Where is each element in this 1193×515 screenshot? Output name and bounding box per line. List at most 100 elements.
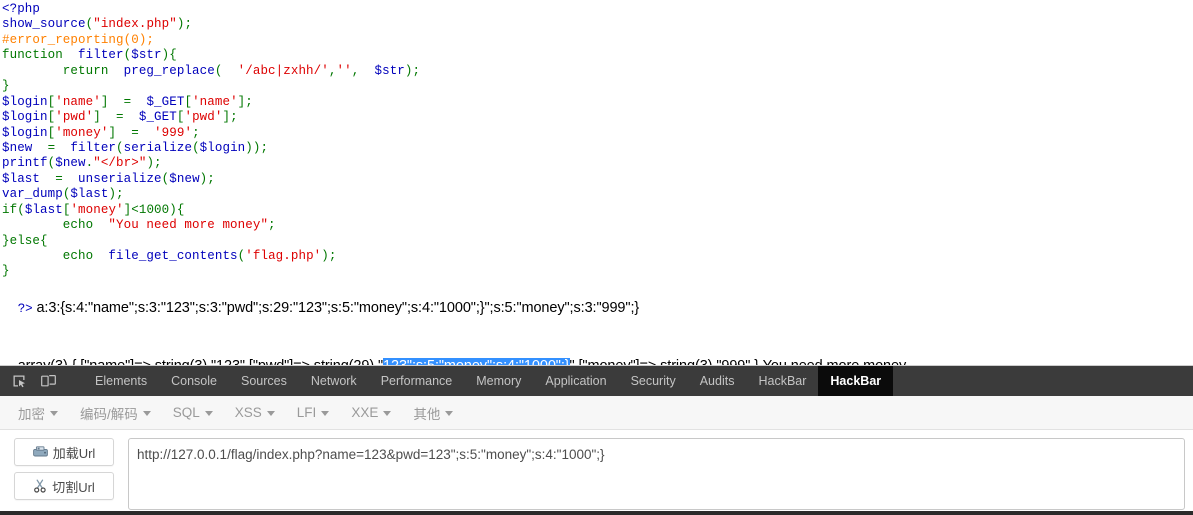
hackbar-menu-6[interactable]: 其他 [413, 403, 454, 423]
code-line: }else{ [2, 234, 1193, 249]
code-token: 'flag.php' [245, 249, 322, 263]
code-token: ); [321, 249, 337, 263]
devtools-tab-elements[interactable]: Elements [83, 366, 159, 396]
devtools-tab-performance[interactable]: Performance [369, 366, 465, 396]
code-token: ( [116, 140, 124, 155]
devtools-tab-application[interactable]: Application [533, 366, 618, 396]
code-token: ); [404, 63, 421, 78]
code-line: $last = unserialize($new); [2, 172, 1193, 187]
code-line: return preg_replace( '/abc|zxhh/','', $s… [2, 64, 1193, 79]
code-token: $str [131, 48, 162, 63]
serialized-output-line: ?> a:3:{s:4:"name";s:3:"123";s:3:"pwd";s… [0, 280, 1193, 338]
code-token: 'money' [70, 202, 124, 217]
hackbar-menu-label: 加密 [18, 406, 45, 422]
code-token: 'pwd' [55, 110, 94, 125]
bottom-strip [0, 511, 1193, 515]
load-url-label: 加载Url [52, 445, 96, 461]
code-token: $_GET [131, 110, 177, 125]
code-token: 'name' [55, 94, 101, 109]
chevron-down-icon [50, 411, 58, 416]
code-token: printf [2, 156, 48, 171]
code-token: ; [268, 218, 276, 233]
code-token: unserialize [78, 171, 162, 186]
devtools-toolbar-icons [0, 366, 83, 396]
code-token: $str [374, 63, 405, 78]
code-token: #error_reporting(0); [2, 32, 155, 47]
code-token: ); [146, 156, 162, 171]
hackbar-menu-3[interactable]: XSS [235, 405, 275, 420]
chevron-down-icon [321, 411, 330, 416]
code-line: echo file_get_contents('flag.php'); [2, 249, 1193, 264]
code-token: serialize [123, 140, 193, 155]
hackbar-menu-2[interactable]: SQL [173, 405, 213, 420]
hackbar-menu-label: LFI [296, 405, 317, 420]
selected-text-highlight: 123";s:5:"money";s:4:"1000";} [383, 357, 570, 365]
load-url-button[interactable]: 加载Url [14, 438, 114, 466]
code-line: echo "You need more money"; [2, 218, 1193, 233]
code-line: $login['name'] = $_GET['name']; [2, 95, 1193, 110]
devtools-panel: Elements Console Sources Network Performance… [0, 365, 1193, 515]
code-token: file_get_contents [93, 249, 238, 263]
code-token: 'money' [55, 125, 109, 140]
code-token: preg_replace [108, 63, 215, 78]
devtools-tab-console[interactable]: Console [159, 366, 229, 396]
chevron-down-icon [445, 411, 454, 416]
code-token: ; [192, 125, 200, 140]
hackbar-menu-label: SQL [172, 405, 200, 420]
devtools-tab-sources[interactable]: Sources [229, 366, 299, 396]
hackbar-menu-0[interactable]: 加密 [18, 403, 58, 423]
inspect-element-icon[interactable] [8, 370, 30, 392]
code-token: } [2, 264, 10, 279]
code-token: $new [2, 140, 33, 155]
code-line: printf($new."</br>"); [2, 156, 1193, 171]
php-close-tag: ?> [17, 301, 33, 316]
code-token: $login [199, 140, 246, 155]
devtools-tab-audits[interactable]: Audits [688, 366, 747, 396]
devtools-tab-list: Elements Console Sources Network Performance… [83, 366, 894, 396]
code-token: $_GET [138, 94, 185, 109]
code-token: var_dump [2, 187, 63, 202]
chevron-down-icon [383, 411, 392, 416]
code-token: $last [70, 187, 109, 202]
split-url-label: 切割Url [52, 479, 95, 495]
code-token: ( [214, 63, 231, 78]
code-token: , [351, 63, 375, 78]
code-line: if($last['money']<1000){ [2, 203, 1193, 218]
code-line: #error_reporting(0); [2, 33, 1193, 48]
code-token: }else{ [2, 233, 48, 248]
code-token: return [2, 63, 109, 78]
code-token: show_source [2, 17, 86, 32]
var-dump-output-line: array(3) { ["name"]=> string(3) "123" ["… [0, 338, 1193, 365]
device-toolbar-icon[interactable] [37, 370, 59, 392]
code-token: $login [2, 110, 48, 125]
devtools-tab-memory[interactable]: Memory [464, 366, 533, 396]
code-token: ( [192, 140, 200, 155]
code-token: ){ [161, 48, 177, 63]
hackbar-button-column: 加载Url 切割Url [14, 438, 114, 515]
code-line: $login['money'] = '999'; [2, 126, 1193, 141]
code-token: ); [176, 17, 193, 32]
hackbar-menu-5[interactable]: XXE [351, 405, 392, 420]
devtools-tab-network[interactable]: Network [299, 366, 369, 396]
split-url-button[interactable]: 切割Url [14, 472, 114, 500]
code-token: '999' [146, 125, 193, 140]
hackbar-menu-4[interactable]: LFI [297, 405, 330, 420]
php-source-code: <?php show_source("index.php"); #error_rep… [0, 0, 1193, 280]
code-token: ]; [222, 110, 238, 125]
devtools-tab-hackbar[interactable]: HackBar [746, 366, 818, 396]
hackbar-menu-1[interactable]: 编码/解码 [80, 403, 151, 423]
code-token: '' [336, 63, 352, 78]
url-input[interactable] [128, 438, 1185, 510]
devtools-tab-security[interactable]: Security [619, 366, 688, 396]
code-token: <?php [2, 2, 41, 16]
code-line: <?php [2, 2, 1193, 17]
devtools-tab-hackbar-active[interactable]: HackBar [818, 366, 894, 396]
code-token: $new [169, 171, 200, 186]
devtools-tabbar: Elements Console Sources Network Performance… [0, 366, 1193, 396]
hackbar-menu-label: 编码/解码 [80, 406, 138, 422]
var-dump-suffix: " ["money"]=> string(3) "999" } You need… [570, 358, 907, 365]
code-token: ] = [93, 110, 132, 125]
code-token: = [40, 171, 79, 186]
code-token: "</br>" [93, 156, 147, 171]
code-token: = [32, 140, 71, 155]
